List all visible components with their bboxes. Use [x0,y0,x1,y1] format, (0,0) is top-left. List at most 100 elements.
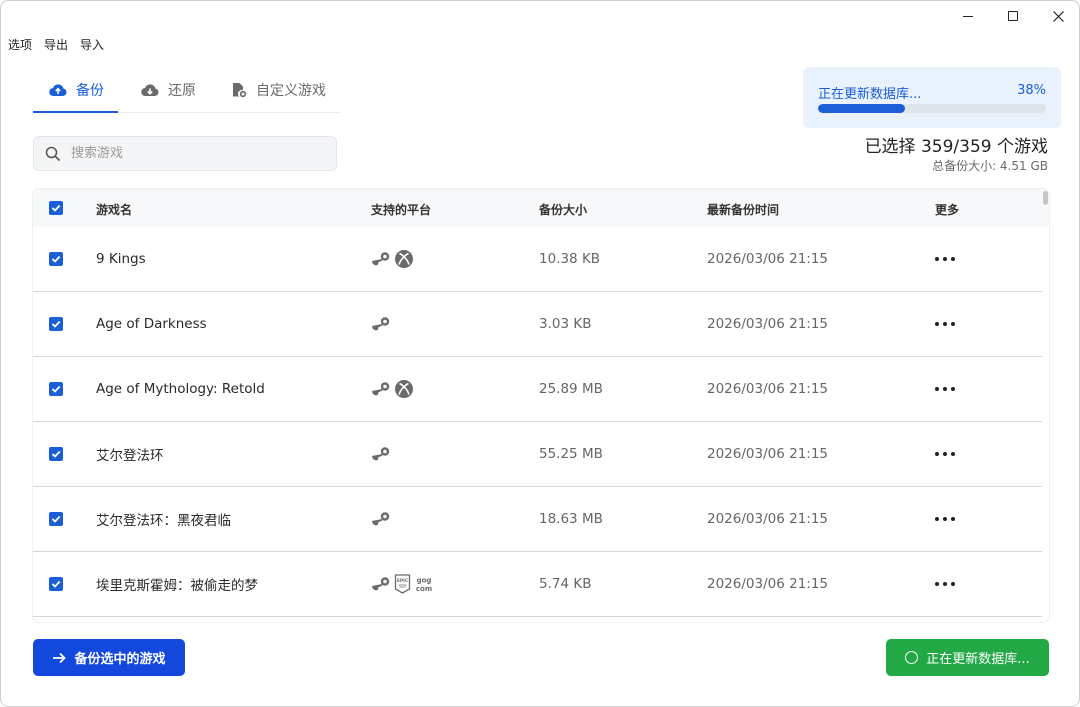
game-name: 艾尔登法环 [96,448,164,464]
gog-icon: gogcom [416,577,432,594]
loading-spinner-icon [905,651,919,664]
header-backup-size[interactable]: 备份大小 [539,201,587,218]
tab-backup-label: 备份 [76,83,104,99]
xbox-icon [395,250,413,268]
game-name: 9 Kings [96,251,146,267]
maximize-button[interactable] [990,1,1036,31]
tab-custom-games[interactable]: 自定义游戏 [231,67,326,113]
platform-icons [371,487,391,551]
platform-icons [371,357,414,421]
minimize-icon [963,15,973,17]
tab-bar: 备份 还原 自定义游戏 [33,67,341,113]
steam-icon [372,317,390,331]
menu-import[interactable]: 导入 [79,35,105,54]
more-horizontal-icon [935,452,955,456]
game-name: Age of Darkness [96,316,207,332]
progress-bar [818,104,1046,113]
header-latest-backup[interactable]: 最新备份时间 [707,201,779,218]
table-scrollbar[interactable] [1042,189,1049,622]
more-horizontal-icon [935,322,955,326]
more-horizontal-icon [935,387,955,391]
update-database-label: 正在更新数据库... [926,652,1030,667]
arrow-right-icon [53,652,67,663]
row-checkbox[interactable] [49,317,63,331]
row-checkbox[interactable] [49,382,63,396]
select-all-checkbox[interactable] [49,201,63,215]
more-options-button[interactable] [935,227,955,291]
backup-time: 2026/03/06 21:15 [707,511,829,527]
row-checkbox[interactable] [49,447,63,461]
checkmark-icon [51,385,61,393]
more-options-button[interactable] [935,422,955,486]
table-row[interactable]: 艾尔登法环：黑夜君临 18.63 MB 2026/03/06 21:15 [33,487,1042,552]
checkmark-icon [51,320,61,328]
tab-restore-label: 还原 [168,83,196,99]
row-checkbox[interactable] [49,577,63,591]
scrollbar-thumb[interactable] [1043,191,1048,205]
backup-size: 55.25 MB [539,446,603,462]
progress-percent: 38% [1017,83,1046,98]
table-row[interactable]: 艾尔登法环 55.25 MB 2026/03/06 21:15 [33,422,1042,487]
platform-icons [371,227,414,291]
search-input[interactable] [71,137,331,170]
backup-selected-label: 备份选中的游戏 [74,652,166,667]
table-row[interactable]: Age of Darkness 3.03 KB 2026/03/06 21:15 [33,292,1042,357]
table-row[interactable]: 9 Kings 10.38 KB 2026/03/06 21:15 [33,227,1042,292]
custom-game-file-icon [233,83,247,98]
total-backup-size: 总备份大小: 4.51 GB [932,159,1048,173]
more-options-button[interactable] [935,292,955,356]
game-name: 埃里克斯霍姆：被偷走的梦 [96,578,258,594]
checkmark-icon [51,255,61,263]
app-window: 选项 导出 导入 备份 还原 自定义游戏 正在更新数据库... 38% 已选择 … [0,0,1080,707]
tab-backup[interactable]: 备份 [49,67,104,113]
menu-options[interactable]: 选项 [7,35,33,54]
backup-size: 18.63 MB [539,511,603,527]
minimize-button[interactable] [945,1,991,31]
header-game-name[interactable]: 游戏名 [96,201,132,218]
table-header: 游戏名 支持的平台 备份大小 最新备份时间 更多 [33,189,1049,227]
backup-size: 25.89 MB [539,381,603,397]
header-platforms[interactable]: 支持的平台 [371,201,431,218]
steam-icon [372,382,390,396]
close-icon [1052,10,1064,22]
progress-bar-fill [818,104,905,113]
more-horizontal-icon [935,517,955,521]
menu-export[interactable]: 导出 [43,35,69,54]
search-box[interactable] [33,136,337,171]
table-row[interactable]: Age of Mythology: Retold 25.89 MB 2026/03/… [33,357,1042,422]
steam-icon [372,252,390,266]
tab-restore[interactable]: 还原 [141,67,196,113]
selection-summary: 已选择 359/359 个游戏 [864,137,1048,157]
checkmark-icon [51,450,61,458]
row-checkbox[interactable] [49,252,63,266]
platform-icons: EPIC gog com [371,552,434,616]
close-button[interactable] [1035,1,1079,31]
svg-text:EPIC: EPIC [397,578,409,584]
steam-icon [372,577,390,591]
more-options-button[interactable] [935,487,955,551]
steam-icon [372,512,390,526]
cloud-download-icon [141,84,159,97]
game-name: 艾尔登法环：黑夜君临 [96,513,231,529]
backup-size: 5.74 KB [539,576,592,592]
backup-time: 2026/03/06 21:15 [707,576,829,592]
update-progress-card: 正在更新数据库... 38% [803,67,1061,128]
more-horizontal-icon [935,582,955,586]
games-table: 游戏名 支持的平台 备份大小 最新备份时间 更多 9 Kings 10.38 KB… [33,189,1049,622]
more-options-button[interactable] [935,357,955,421]
row-checkbox[interactable] [49,512,63,526]
tab-custom-games-label: 自定义游戏 [256,83,326,99]
update-database-button[interactable]: 正在更新数据库... [886,639,1049,676]
backup-time: 2026/03/06 21:15 [707,381,829,397]
svg-text:com: com [416,585,432,593]
backup-selected-button[interactable]: 备份选中的游戏 [33,639,185,676]
maximize-icon [1008,11,1018,21]
menu-bar: 选项 导出 导入 [7,35,105,54]
backup-size: 3.03 KB [539,316,592,332]
table-row[interactable]: 埃里克斯霍姆：被偷走的梦 EPIC gog com 5.74 KB 2026/03/06 … [33,552,1042,617]
checkmark-icon [51,515,61,523]
svg-text:gog: gog [417,577,432,585]
more-horizontal-icon [935,257,955,261]
more-options-button[interactable] [935,552,955,616]
checkmark-icon [51,204,61,212]
